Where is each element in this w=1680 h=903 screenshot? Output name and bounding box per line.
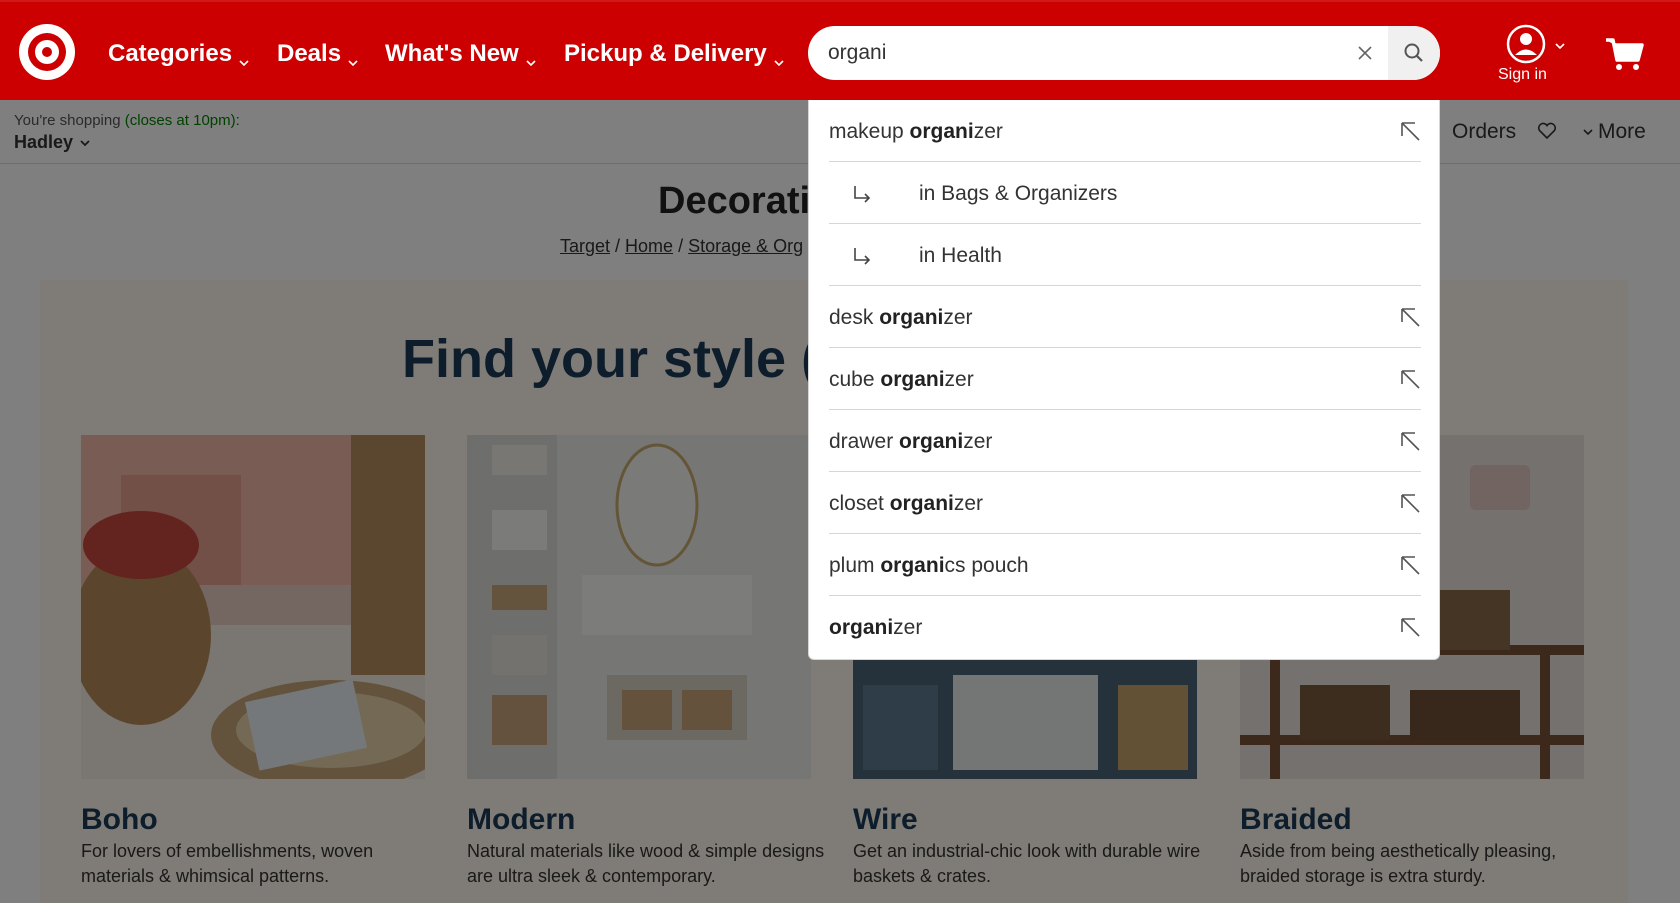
suggestion-text: makeup organizer xyxy=(829,120,1003,143)
suggestion-subcategory[interactable]: in Bags & Organizers xyxy=(829,162,1421,224)
suggestion-text: plum organics pouch xyxy=(829,554,1029,577)
search-input[interactable] xyxy=(828,26,1348,80)
clear-icon[interactable] xyxy=(1354,42,1376,64)
cart-icon[interactable] xyxy=(1604,36,1644,72)
sign-in-button[interactable]: Sign in xyxy=(1494,24,1574,88)
return-arrow-icon xyxy=(854,248,871,265)
suggestion-item[interactable]: makeup organizer xyxy=(829,100,1421,162)
nav-pickup-delivery-label: Pickup & Delivery xyxy=(564,40,767,67)
fill-arrow-icon[interactable] xyxy=(1399,492,1421,514)
global-header: Categories Deals What's New Pickup & Del… xyxy=(0,0,1680,100)
suggestion-text: drawer organizer xyxy=(829,430,993,453)
search-bar xyxy=(808,26,1440,80)
fill-arrow-icon[interactable] xyxy=(1399,120,1421,142)
suggestion-text: cube organizer xyxy=(829,368,974,391)
return-arrow-icon xyxy=(854,186,871,203)
nav-categories-label: Categories xyxy=(108,40,233,67)
sign-in-label: Sign in xyxy=(1498,66,1547,83)
suggestion-text: desk organizer xyxy=(829,306,973,329)
nav-deals[interactable]: Deals xyxy=(277,39,359,69)
chevron-down-icon xyxy=(347,48,359,67)
chevron-down-icon xyxy=(525,48,537,67)
search-icon xyxy=(1404,43,1423,62)
subcategory-text: in Bags & Organizers xyxy=(919,182,1118,205)
suggestion-item[interactable]: cube organizer xyxy=(829,348,1421,410)
search-suggestions: makeup organizer in Bags & Organizers in… xyxy=(808,100,1440,660)
chevron-down-icon xyxy=(773,48,785,67)
fill-arrow-icon[interactable] xyxy=(1399,616,1421,638)
chevron-down-icon xyxy=(1555,43,1565,50)
chevron-down-icon xyxy=(238,48,250,67)
nav-whats-new-label: What's New xyxy=(385,40,519,67)
suggestion-text: closet organizer xyxy=(829,492,984,515)
fill-arrow-icon[interactable] xyxy=(1399,554,1421,576)
account-icon xyxy=(1506,24,1546,64)
suggestion-item[interactable]: drawer organizer xyxy=(829,410,1421,472)
fill-arrow-icon[interactable] xyxy=(1399,430,1421,452)
suggestion-item[interactable]: desk organizer xyxy=(829,286,1421,348)
suggestion-item[interactable]: closet organizer xyxy=(829,472,1421,534)
suggestion-text: organizer xyxy=(829,616,923,639)
fill-arrow-icon[interactable] xyxy=(1399,368,1421,390)
nav-whats-new[interactable]: What's New xyxy=(385,39,537,69)
nav-deals-label: Deals xyxy=(277,40,342,67)
nav-categories[interactable]: Categories xyxy=(108,39,250,69)
suggestion-item[interactable]: organizer xyxy=(829,596,1421,658)
suggestion-item[interactable]: plum organics pouch xyxy=(829,534,1421,596)
suggestion-subcategory[interactable]: in Health xyxy=(829,224,1421,286)
nav-pickup-delivery[interactable]: Pickup & Delivery xyxy=(564,39,785,69)
fill-arrow-icon[interactable] xyxy=(1399,306,1421,328)
subcategory-text: in Health xyxy=(919,244,1002,267)
search-button[interactable] xyxy=(1388,26,1440,80)
target-logo-icon[interactable] xyxy=(19,24,75,80)
